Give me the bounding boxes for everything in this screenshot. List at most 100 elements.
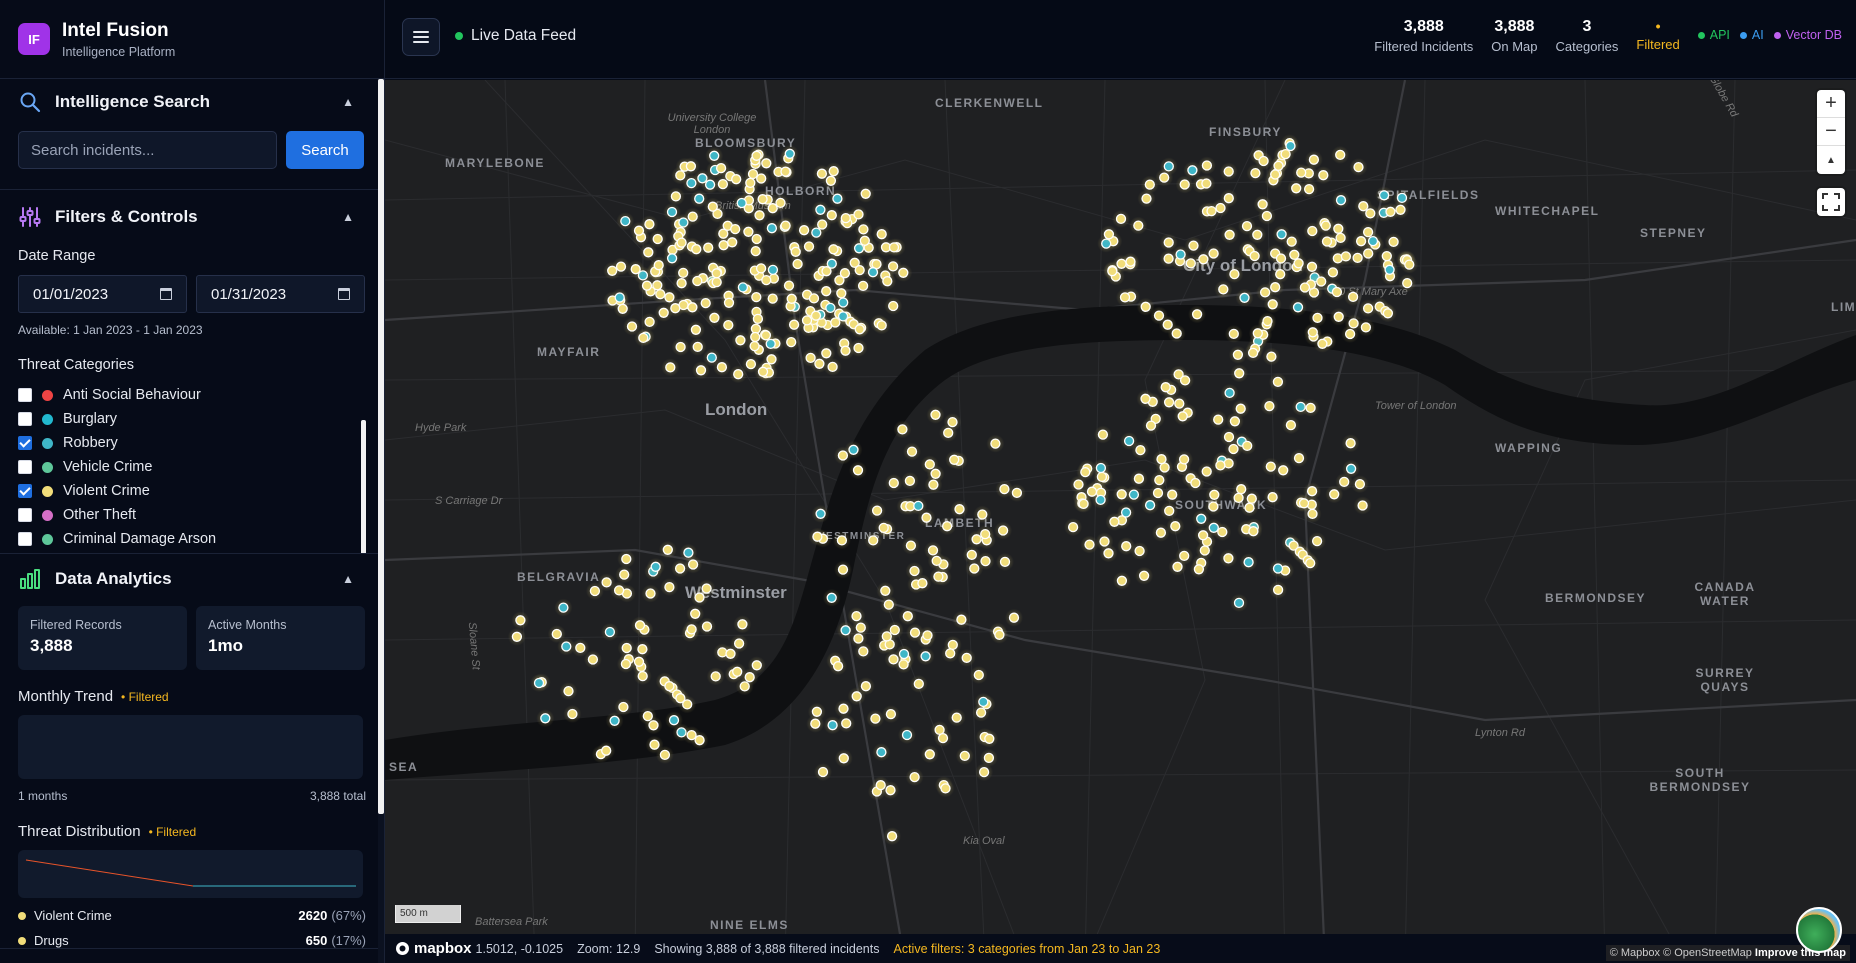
incident-marker[interactable] <box>1247 347 1259 359</box>
incident-marker[interactable] <box>700 297 711 309</box>
incident-marker[interactable] <box>898 267 909 278</box>
incident-marker[interactable] <box>687 302 698 313</box>
incident-marker[interactable] <box>630 264 641 275</box>
incident-marker[interactable] <box>1248 526 1259 537</box>
incident-marker[interactable] <box>851 610 862 622</box>
incident-marker[interactable] <box>707 201 718 212</box>
incident-marker[interactable] <box>902 611 913 622</box>
incident-marker[interactable] <box>1305 402 1316 414</box>
incident-marker[interactable] <box>977 509 988 520</box>
incident-marker[interactable] <box>1354 478 1366 490</box>
incident-marker[interactable] <box>999 483 1010 495</box>
incident-marker[interactable] <box>1378 190 1390 201</box>
incident-marker[interactable] <box>561 641 572 652</box>
category-checkbox[interactable] <box>18 508 32 522</box>
category-checkbox[interactable] <box>18 436 32 450</box>
incident-marker[interactable] <box>1172 561 1183 572</box>
incident-marker[interactable] <box>990 438 1001 449</box>
incident-marker[interactable] <box>860 681 872 692</box>
incident-marker[interactable] <box>1273 160 1284 171</box>
incident-marker[interactable] <box>1011 487 1023 499</box>
date-to-input[interactable]: 01/31/2023 <box>196 275 365 313</box>
incident-marker[interactable] <box>1201 466 1212 477</box>
globe-icon[interactable] <box>1796 907 1842 953</box>
incident-marker[interactable] <box>1133 220 1144 231</box>
incident-marker[interactable] <box>750 245 761 257</box>
incident-marker[interactable] <box>1384 264 1395 275</box>
incident-marker[interactable] <box>653 260 664 271</box>
incident-marker[interactable] <box>880 585 891 596</box>
incident-marker[interactable] <box>853 342 864 354</box>
incident-marker[interactable] <box>618 701 629 713</box>
incident-marker[interactable] <box>983 752 995 764</box>
category-checkbox[interactable] <box>18 532 32 546</box>
incident-marker[interactable] <box>1224 387 1235 399</box>
incident-marker[interactable] <box>766 223 778 234</box>
collapse-caret-icon[interactable]: ▲ <box>342 95 354 109</box>
incident-marker[interactable] <box>563 685 574 697</box>
incident-marker[interactable] <box>980 528 991 540</box>
incident-marker[interactable] <box>941 521 953 532</box>
incident-marker[interactable] <box>940 783 951 794</box>
incident-marker[interactable] <box>745 358 757 370</box>
incident-marker[interactable] <box>945 648 956 659</box>
incident-marker[interactable] <box>1278 465 1289 476</box>
incident-marker[interactable] <box>1266 351 1277 362</box>
incident-marker[interactable] <box>637 670 648 682</box>
incident-marker[interactable] <box>1196 513 1207 524</box>
incident-marker[interactable] <box>659 749 671 761</box>
incident-marker[interactable] <box>1242 440 1253 452</box>
incident-marker[interactable] <box>644 316 655 328</box>
incident-marker[interactable] <box>1234 368 1245 379</box>
incident-marker[interactable] <box>1138 570 1150 581</box>
incident-marker[interactable] <box>1224 229 1235 240</box>
incident-marker[interactable] <box>803 241 815 252</box>
incident-marker[interactable] <box>811 706 823 717</box>
incident-marker[interactable] <box>1103 548 1114 559</box>
incident-marker[interactable] <box>961 652 972 664</box>
incident-marker[interactable] <box>922 630 933 641</box>
zoom-in-button[interactable]: + <box>1817 90 1845 118</box>
incident-marker[interactable] <box>888 654 899 665</box>
incident-marker[interactable] <box>924 749 935 760</box>
incident-marker[interactable] <box>851 691 862 702</box>
incident-marker[interactable] <box>1306 486 1318 497</box>
category-scrollbar[interactable] <box>361 420 366 553</box>
incident-marker[interactable] <box>515 615 526 626</box>
category-item[interactable]: Criminal Damage Arson <box>18 527 366 551</box>
incident-marker[interactable] <box>690 324 702 335</box>
incident-marker[interactable] <box>1179 179 1190 190</box>
incident-marker[interactable] <box>533 677 545 689</box>
incident-marker[interactable] <box>1232 349 1244 360</box>
incident-marker[interactable] <box>937 732 949 744</box>
incident-marker[interactable] <box>1344 328 1356 340</box>
incident-marker[interactable] <box>1178 454 1190 465</box>
incident-marker[interactable] <box>1307 327 1318 338</box>
category-item[interactable]: Vehicle Crime <box>18 455 366 479</box>
incident-marker[interactable] <box>730 223 741 235</box>
incident-marker[interactable] <box>626 321 638 332</box>
incident-marker[interactable] <box>767 293 778 304</box>
incident-marker[interactable] <box>715 162 727 174</box>
incident-marker[interactable] <box>1275 269 1286 280</box>
incident-marker[interactable] <box>821 286 832 297</box>
incident-marker[interactable] <box>1213 414 1224 425</box>
incident-marker[interactable] <box>920 651 931 662</box>
incident-marker[interactable] <box>751 291 762 303</box>
incident-marker[interactable] <box>1162 319 1173 330</box>
collapse-caret-icon[interactable]: ▲ <box>342 572 354 586</box>
incident-marker[interactable] <box>752 313 764 325</box>
incident-marker[interactable] <box>666 206 678 218</box>
incident-marker[interactable] <box>709 150 720 161</box>
incident-marker[interactable] <box>780 166 791 177</box>
incident-marker[interactable] <box>994 629 1005 640</box>
incident-marker[interactable] <box>601 745 612 756</box>
incident-marker[interactable] <box>704 179 716 190</box>
incident-marker[interactable] <box>1167 489 1178 500</box>
incident-marker[interactable] <box>737 282 749 293</box>
search-section-header[interactable]: Intelligence Search ▲ <box>18 79 366 125</box>
incident-marker[interactable] <box>1382 308 1394 319</box>
incident-marker[interactable] <box>744 672 755 683</box>
incident-marker[interactable] <box>1244 502 1255 513</box>
incident-marker[interactable] <box>682 699 693 710</box>
